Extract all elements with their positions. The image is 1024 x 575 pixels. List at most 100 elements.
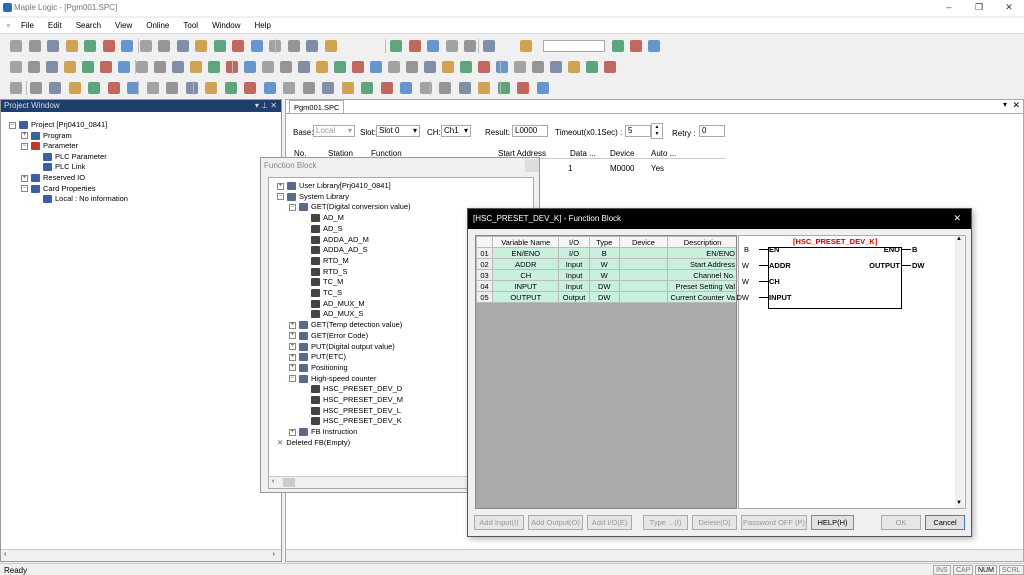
var-cell-device[interactable] (618, 291, 669, 303)
scroll-down-icon[interactable]: ▼ (956, 500, 962, 506)
toolbar-button-icon[interactable] (100, 61, 112, 73)
toolbar-button-icon[interactable] (517, 82, 529, 94)
toolbar-button-icon[interactable] (166, 82, 178, 94)
fb-tree-item[interactable]: + GET(Temp detection value) (289, 320, 402, 330)
toolbar-button-icon[interactable] (496, 61, 508, 73)
scroll-right-icon[interactable]: › (273, 551, 275, 558)
fb-tree-item[interactable]: AD_S (301, 224, 343, 234)
toolbar-button-icon[interactable] (306, 40, 318, 52)
var-cell-name[interactable]: CH (492, 269, 560, 281)
toolbar-button-icon[interactable] (520, 40, 532, 52)
toolbar-button-icon[interactable] (64, 61, 76, 73)
var-cell-name[interactable]: INPUT (492, 280, 560, 292)
toolbar-button-icon[interactable] (550, 61, 562, 73)
toolbar-button-icon[interactable] (532, 61, 544, 73)
var-cell-name[interactable]: ADDR (492, 258, 560, 270)
toolbar-button-icon[interactable] (213, 40, 226, 52)
toolbar-button-icon[interactable] (47, 40, 59, 52)
toolbar-button-icon[interactable] (118, 61, 130, 73)
project-tree-item[interactable]: − Card Properties (21, 184, 96, 194)
expand-toggle-icon[interactable]: + (289, 343, 296, 351)
doc-menu-icon[interactable]: ▫ (0, 18, 14, 30)
var-cell-no[interactable]: 03 (476, 269, 494, 281)
menu-online[interactable]: Online (139, 18, 176, 30)
toolbar-button-icon[interactable] (139, 40, 152, 52)
toolbar-button-icon[interactable] (172, 61, 184, 73)
var-col-header[interactable] (476, 236, 494, 248)
slot-select[interactable]: Slot 0 ▾ (376, 125, 420, 137)
toolbar-button-icon[interactable] (102, 40, 115, 52)
close-icon[interactable]: ✕ (994, 0, 1024, 16)
fb-tree-item[interactable]: + FB Instruction (289, 427, 357, 437)
expand-toggle-icon[interactable]: + (21, 174, 28, 182)
menu-edit[interactable]: Edit (41, 18, 69, 30)
var-cell-io[interactable]: Input (558, 269, 590, 281)
toolbar-button-icon[interactable] (408, 40, 421, 52)
var-cell-type[interactable]: W (588, 258, 620, 270)
toolbar-button-icon[interactable] (232, 40, 244, 52)
fb-tree-item[interactable]: ADDA_AD_M (301, 235, 369, 245)
scroll-left-icon[interactable]: ‹ (4, 551, 6, 558)
var-col-header[interactable]: Type (588, 236, 620, 248)
var-cell-device[interactable] (618, 247, 669, 259)
timeout-spinner[interactable]: ▲ ▼ (651, 123, 663, 139)
toolbar-button-icon[interactable] (478, 61, 490, 73)
toolbar-button-icon[interactable] (442, 61, 454, 73)
password-button[interactable]: Password OFF (P) (741, 515, 807, 530)
toolbar-button-icon[interactable] (604, 61, 616, 73)
fb-tree-item[interactable]: HSC_PRESET_DEV_K (301, 416, 402, 426)
var-cell-type[interactable]: DW (588, 280, 620, 292)
horizontal-scrollbar[interactable]: ‹ › (1, 549, 281, 561)
var-cell-io[interactable]: I/O (558, 247, 590, 259)
dialog-close-icon[interactable]: ✕ (953, 213, 961, 224)
toolbar-button-icon[interactable] (324, 40, 337, 52)
fb-tree-item[interactable]: − System Library (277, 192, 349, 202)
var-cell-type[interactable]: DW (588, 291, 620, 303)
fb-tree-item[interactable]: HSC_PRESET_DEV_D (301, 384, 402, 394)
expand-toggle-icon[interactable]: + (289, 353, 296, 361)
menu-view[interactable]: View (108, 18, 139, 30)
add-output-button[interactable]: Add Output(O) (528, 515, 583, 530)
toolbar-button-icon[interactable] (514, 61, 526, 73)
add-input-button[interactable]: Add Input(I) (474, 515, 524, 530)
toolbar-button-icon[interactable] (424, 61, 436, 73)
var-col-header[interactable]: I/O (558, 236, 590, 248)
toolbar-button-icon[interactable] (458, 82, 471, 94)
toolbar-button-icon[interactable] (388, 61, 400, 73)
fb-tree-item[interactable]: TC_M (301, 277, 343, 287)
table-row[interactable]: 03 CH Input W Channel No. (476, 269, 736, 281)
tab-pgm001[interactable]: Pgm001.SPC (289, 100, 345, 113)
toolbar-button-icon[interactable] (287, 40, 300, 52)
project-tree-item[interactable]: PLC Link (33, 162, 85, 172)
toolbar-button-icon[interactable] (28, 40, 41, 52)
expand-toggle-icon[interactable]: + (289, 321, 296, 329)
table-row[interactable]: 04 INPUT Input DW Preset Setting Val (476, 280, 736, 292)
toolbar-button-icon[interactable] (195, 40, 207, 52)
expand-toggle-icon[interactable]: + (21, 132, 28, 140)
help-button[interactable]: HELP(H) (811, 515, 854, 530)
fb-tree-item[interactable]: + PUT(ETC) (289, 352, 346, 362)
fb-tree-item[interactable]: + PUT(Digital output value) (289, 342, 395, 352)
var-cell-name[interactable]: OUTPUT (492, 291, 560, 303)
toolbar-button-icon[interactable] (244, 61, 256, 73)
var-cell-no[interactable]: 02 (476, 258, 494, 270)
scroll-thumb[interactable] (283, 478, 295, 487)
toolbar-button-icon[interactable] (107, 82, 120, 94)
retry-input[interactable]: 0 (699, 125, 725, 137)
toolbar-button-icon[interactable] (176, 40, 189, 52)
toolbar-button-icon[interactable] (464, 40, 476, 52)
timeout-input[interactable]: 5 (625, 125, 651, 137)
toolbar-button-icon[interactable] (648, 40, 660, 52)
toolbar-button-icon[interactable] (136, 61, 148, 73)
doc-close-icon[interactable]: ✕ (1012, 100, 1020, 111)
fb-tree-item[interactable]: AD_MUX_S (301, 309, 363, 319)
toolbar-button-icon[interactable] (121, 40, 133, 52)
toolbar-button-icon[interactable] (630, 40, 642, 52)
toolbar-button-icon[interactable] (586, 61, 598, 73)
menu-file[interactable]: File (14, 18, 41, 30)
type-button[interactable]: Type ...(I) (643, 515, 688, 530)
fb-tree-item[interactable]: − High-speed counter (289, 374, 376, 384)
project-tree-item[interactable]: − Parameter (21, 141, 78, 151)
toolbar-button-icon[interactable] (380, 82, 393, 94)
var-col-header[interactable]: Description (667, 236, 736, 248)
